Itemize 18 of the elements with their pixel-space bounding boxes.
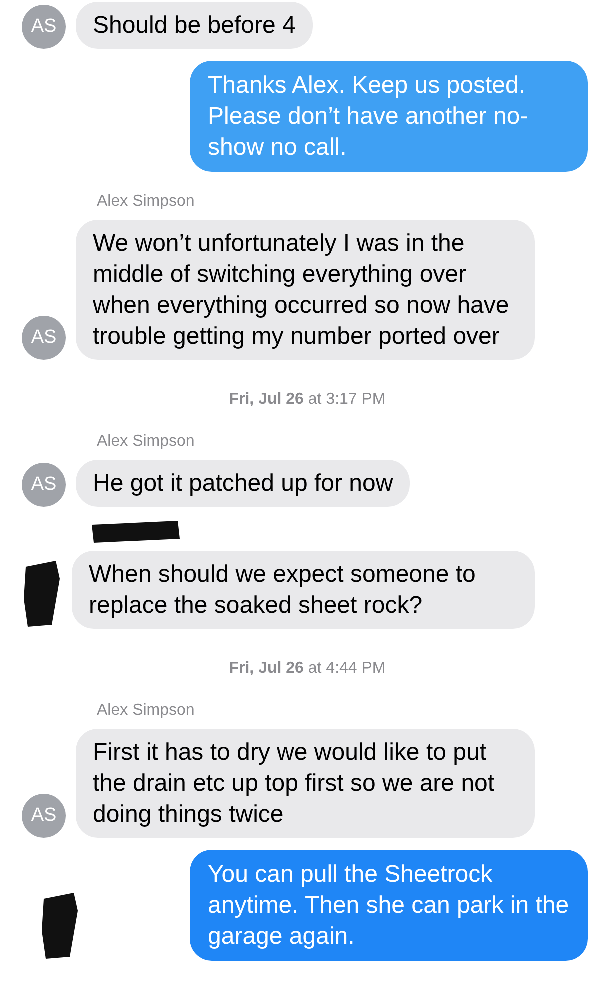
message-bubble: Should be before 4 — [76, 2, 313, 49]
sender-name: Alex Simpson — [97, 702, 195, 719]
sender-name: Alex Simpson — [97, 193, 195, 210]
redaction-mark — [40, 891, 80, 961]
avatar: AS — [22, 316, 66, 360]
redaction-mark — [22, 559, 62, 629]
message-bubble: First it has to dry we would like to put the drain etc up top first so we are not doing things twice — [76, 729, 535, 838]
avatar: AS — [22, 794, 66, 838]
sender-name: Alex Simpson — [97, 433, 195, 450]
message-bubble: You can pull the Sheetrock anytime. Then she can park in the garage again. — [190, 850, 588, 961]
message-bubble: When should we expect someone to replace the soaked sheet rock? — [72, 551, 535, 629]
message-bubble: He got it patched up for now — [76, 460, 410, 507]
avatar: AS — [22, 5, 66, 49]
avatar: AS — [22, 463, 66, 507]
timestamp: Fri, Jul 26 at 4:44 PM — [229, 659, 386, 679]
message-bubble: We won’t unfortunately I was in the middle of switching everything over when everything occurred so now have trouble getting my number ported over — [76, 220, 535, 360]
message-bubble: Thanks Alex. Keep us posted. Please don’t have another no-show no call. — [190, 61, 588, 172]
timestamp: Fri, Jul 26 at 3:17 PM — [229, 390, 386, 410]
